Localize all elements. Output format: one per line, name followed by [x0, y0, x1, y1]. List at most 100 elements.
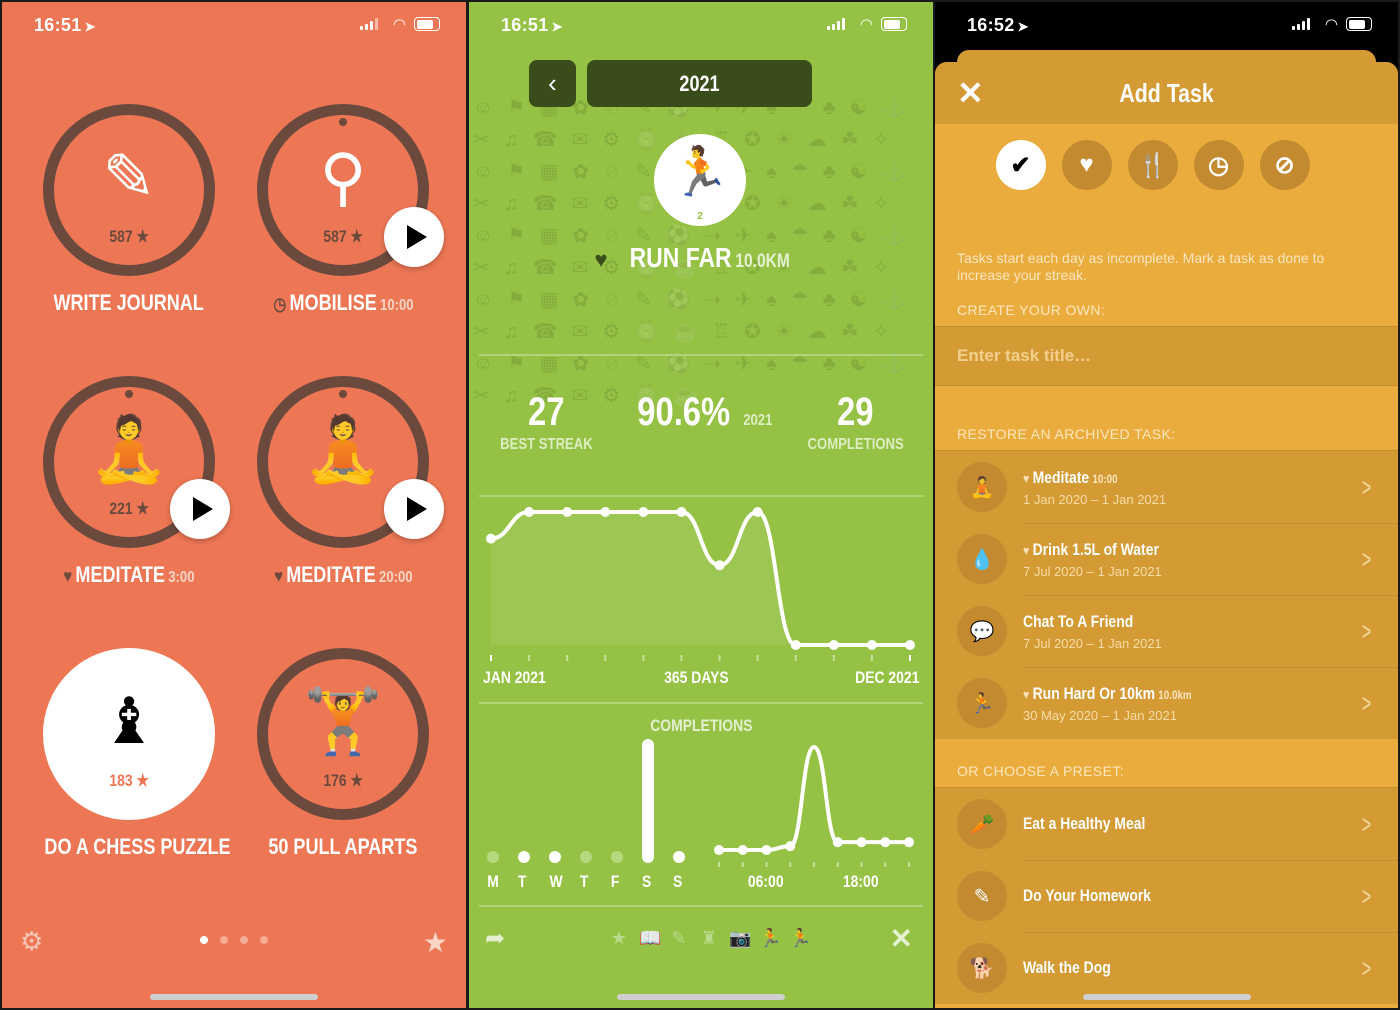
- status-time: 16:51 ➤: [34, 15, 96, 35]
- chart-point: [562, 507, 573, 517]
- divider: [479, 702, 923, 704]
- section-label-preset: OR CHOOSE A PRESET:: [957, 763, 1125, 779]
- share-icon[interactable]: ➦: [485, 924, 505, 953]
- play-timer-button[interactable]: [384, 207, 444, 267]
- task-progress-ring[interactable]: 🧘: [257, 376, 444, 548]
- chart-line-hourly: [719, 744, 909, 852]
- chart-tick: [642, 655, 645, 661]
- weekday-label: S: [642, 872, 652, 891]
- task-title: ♥ MEDITATE 3:00: [24, 562, 234, 588]
- chart-tick: [756, 655, 759, 661]
- fork-knife-icon[interactable]: 🍴: [1127, 140, 1178, 190]
- chart-point: [880, 837, 891, 848]
- weekday-label: T: [517, 872, 527, 891]
- chart-point: [714, 560, 725, 571]
- list-item[interactable]: 🏃 ♥ Run Hard Or 10km 10.0km 30 May 2020 – 1 …: [935, 667, 1398, 739]
- camera-icon[interactable]: 📷: [729, 928, 751, 949]
- weekday-label: W: [549, 872, 563, 891]
- task-tile[interactable]: ✎ 587 ★ WRITE JOURNAL: [24, 104, 234, 316]
- run-icon[interactable]: 🏃: [789, 928, 811, 949]
- page-dot[interactable]: [220, 936, 228, 944]
- task-title: ◷ MOBILISE 10:00: [238, 290, 448, 316]
- pen-icon[interactable]: ✎: [669, 928, 689, 949]
- task-progress-ring[interactable]: 🧘 221 ★: [43, 376, 230, 548]
- list-item[interactable]: 🥕 Eat a Healthy Meal >: [935, 788, 1398, 860]
- star-icon[interactable]: ★: [609, 928, 629, 949]
- chart-point: [905, 640, 915, 650]
- chevron-right-icon: >: [1361, 880, 1371, 911]
- weekday-label: F: [610, 872, 620, 891]
- play-timer-button[interactable]: [384, 479, 444, 539]
- task-progress-ring[interactable]: ✎ 587 ★: [43, 104, 215, 276]
- prohibit-icon[interactable]: ⊘: [1259, 140, 1310, 190]
- streak-count: 183 ★: [109, 771, 149, 790]
- completions-title: COMPLETIONS: [649, 716, 753, 735]
- task-name: Drink 1.5L of Water: [1032, 539, 1159, 559]
- help-text: Tasks start each day as incomplete. Mark…: [957, 250, 1325, 283]
- chart-area-fill: [491, 512, 910, 645]
- task-label: MOBILISE: [289, 290, 377, 315]
- ring-start-dot: [339, 390, 347, 398]
- battery-icon: [414, 17, 440, 31]
- handstand-icon: ⚲: [319, 141, 367, 213]
- run-icon[interactable]: 🏃: [759, 928, 781, 949]
- ring-start-dot: [339, 118, 347, 126]
- signal-icon: [360, 18, 378, 30]
- phone-add-task-screen: 16:52 ➤ ◠ ✕ Add Task ✔ ♥ 🍴 ◷ ⊘ Tasks start ea…: [935, 2, 1398, 1008]
- list-item[interactable]: 💬 Chat To A Friend 7 Jul 2020 – 1 Jan 2021…: [935, 595, 1398, 667]
- list-item[interactable]: ✎ Do Your Homework >: [935, 860, 1398, 932]
- task-title-input[interactable]: [957, 346, 1376, 366]
- close-icon[interactable]: ✕: [890, 922, 913, 955]
- list-item[interactable]: 💧 ♥ Drink 1.5L of Water 7 Jul 2020 – 1 Jan …: [935, 523, 1398, 595]
- preset-task-list: 🥕 Eat a Healthy Meal > ✎ Do Your Homework > 🐕 W…: [935, 787, 1398, 1004]
- weekday-dot: [549, 851, 561, 863]
- task-date-range: 30 May 2020 – 1 Jan 2021: [1023, 707, 1177, 723]
- chart-tick: [680, 655, 683, 661]
- favorites-star-icon[interactable]: ★: [423, 926, 448, 959]
- weekday-dot: [580, 851, 592, 863]
- chart-tick: [836, 862, 839, 867]
- page-indicator[interactable]: [200, 936, 268, 944]
- chevron-right-icon: >: [1361, 808, 1371, 839]
- task-progress-ring[interactable]: ♝ 183 ★: [43, 648, 215, 820]
- task-tile[interactable]: 🧘 221 ★ ♥ MEDITATE 3:00: [24, 376, 234, 588]
- chart-point: [856, 837, 867, 848]
- list-item[interactable]: 🧘 ♥ Meditate 10:00 1 Jan 2020 – 1 Jan 2021 >: [935, 451, 1398, 523]
- weekday-dot: [518, 851, 530, 863]
- add-task-sheet: ✕ Add Task ✔ ♥ 🍴 ◷ ⊘ Tasks start each day as…: [935, 62, 1398, 1008]
- page-dot[interactable]: [200, 936, 208, 944]
- chess-icon[interactable]: ♜: [699, 928, 719, 949]
- chart-point: [904, 837, 914, 848]
- archived-task-list: 🧘 ♥ Meditate 10:00 1 Jan 2020 – 1 Jan 2021 > 💧…: [935, 450, 1398, 739]
- settings-gear-icon[interactable]: ⚙: [20, 926, 43, 957]
- task-progress-ring[interactable]: 🏋 176 ★: [257, 648, 429, 820]
- ring-start-dot: [125, 390, 133, 398]
- clock-icon[interactable]: ◷: [1193, 140, 1244, 190]
- task-title: WRITE JOURNAL: [24, 290, 234, 316]
- phone-tasks-screen: 16:51 ➤ ◠ ✎ 587 ★ WRITE JOURNAL ⚲ 587 ★ ◷ MOBIL…: [2, 2, 466, 1008]
- status-bar: 16:51 ➤ ◠: [2, 2, 466, 48]
- pen-icon: ✎: [102, 141, 156, 213]
- section-label-create: CREATE YOUR OWN:: [957, 302, 1106, 318]
- carrot-icon: 🥕: [957, 799, 1007, 849]
- page-dot[interactable]: [240, 936, 248, 944]
- page-dot[interactable]: [260, 936, 268, 944]
- task-tile[interactable]: 🧘 ♥ MEDITATE 20:00: [238, 376, 448, 588]
- chart-point: [761, 845, 772, 855]
- task-tile[interactable]: ♝ 183 ★ DO A CHESS PUZZLE: [24, 648, 234, 860]
- meditate-icon: 🧘: [303, 413, 383, 485]
- clock-icon: ◷: [272, 294, 286, 314]
- play-timer-button[interactable]: [170, 479, 230, 539]
- location-icon: ➤: [84, 19, 96, 34]
- highlighter-icon: ✎: [957, 871, 1007, 921]
- weekday-dot: [673, 851, 685, 863]
- task-tile[interactable]: ⚲ 587 ★ ◷ MOBILISE 10:00: [238, 104, 448, 316]
- task-date-range: 1 Jan 2020 – 1 Jan 2021: [1023, 491, 1167, 507]
- check-icon[interactable]: ✔: [995, 140, 1046, 190]
- task-progress-ring[interactable]: ⚲ 587 ★: [257, 104, 444, 276]
- weekday-dot: [487, 851, 499, 863]
- heart-icon[interactable]: ♥: [1061, 140, 1112, 190]
- task-tile[interactable]: 🏋 176 ★ 50 PULL APARTS: [238, 648, 448, 860]
- task-label: WRITE JOURNAL: [53, 290, 205, 315]
- book-icon[interactable]: 📖: [639, 928, 661, 949]
